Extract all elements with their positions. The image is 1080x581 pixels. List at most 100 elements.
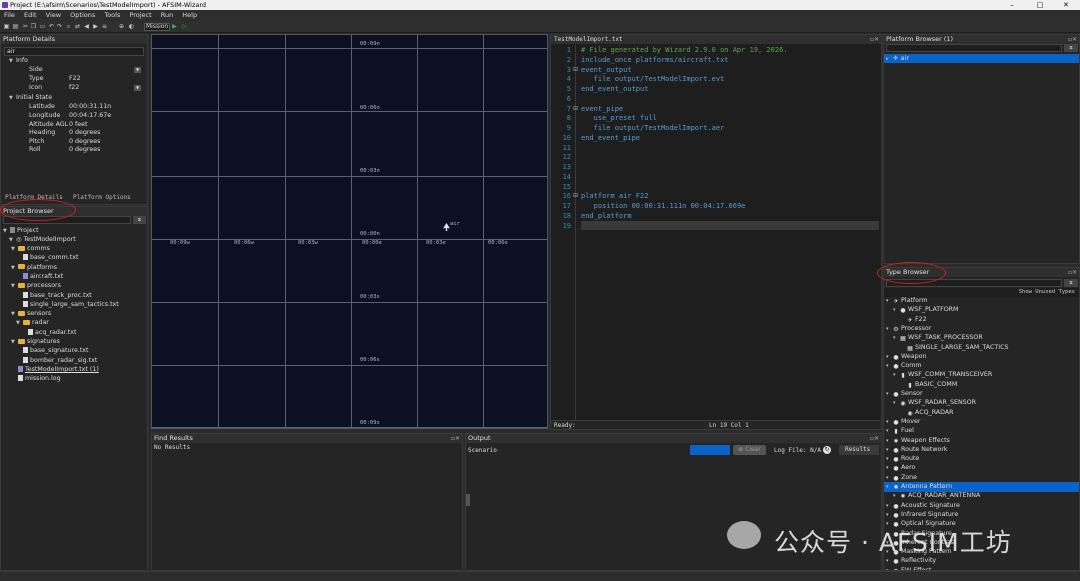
type-item[interactable]: ▾ ▮ WSF_COMM_TRANSCEIVER [884, 370, 1079, 380]
redo-icon[interactable]: ↷ [56, 23, 63, 30]
type-item[interactable]: ▾ ● Sensor [884, 389, 1079, 399]
file-item[interactable]: acq_radar.txt [1, 328, 147, 338]
file-icon [28, 328, 33, 335]
cut-icon[interactable]: ✂ [22, 23, 29, 30]
minimize-button[interactable]: – [1000, 0, 1024, 10]
tab-platform-options[interactable]: Platform Options [73, 194, 131, 201]
type-browser-close-icon[interactable]: ▫✕ [1068, 268, 1077, 277]
file-item[interactable]: mission.log [1, 375, 147, 384]
folder-item[interactable]: ▼ radar [1, 319, 147, 328]
type-item[interactable]: ▾ ◉ WSF_RADAR_SENSOR [884, 398, 1079, 408]
platform-filter-input[interactable] [886, 44, 1062, 52]
zoom-icon[interactable]: ⊕ [118, 23, 125, 30]
output-close-icon[interactable]: ▫✕ [870, 434, 879, 443]
map-view[interactable]: 00:09n 00:06n 00:03n 00:00n 00:03s 00:06… [151, 34, 548, 429]
back-icon[interactable]: ◀ [83, 23, 90, 30]
type-item[interactable]: ▾ ● Aero [884, 463, 1079, 473]
platform-list-item[interactable]: ▸ ✈ air [884, 54, 1079, 63]
file-item[interactable]: single_large_sam_tactics.txt [1, 300, 147, 310]
refresh-icon[interactable]: ↻ [823, 446, 831, 454]
type-item[interactable]: ▾ ● Route [884, 454, 1079, 464]
fold-icon[interactable]: ⊟ [573, 105, 578, 112]
platform-name-field[interactable]: air [4, 47, 144, 56]
file-item[interactable]: TestModelImport.txt (1) [1, 365, 147, 375]
type-item[interactable]: ▮ BASIC_COMM [884, 380, 1079, 390]
icon-dropdown-icon[interactable]: ▼ [134, 85, 141, 91]
replace-icon[interactable]: ⇄ [74, 23, 81, 30]
save-all-icon[interactable]: ▤ [12, 23, 19, 30]
results-dropdown[interactable]: Results [839, 445, 879, 455]
menu-tools[interactable]: Tools [104, 11, 120, 19]
copy-icon[interactable]: ❐ [30, 23, 37, 30]
type-item[interactable]: ▾ ▦ WSF_TASK_PROCESSOR [884, 333, 1079, 343]
view-icon[interactable]: ◐ [128, 23, 135, 30]
menu-options[interactable]: Options [70, 11, 95, 19]
type-item[interactable]: ▾ ● WSF_PLATFORM [884, 305, 1079, 315]
menu-view[interactable]: View [46, 11, 61, 19]
undo-icon[interactable]: ↶ [48, 23, 55, 30]
menu-file[interactable]: File [4, 11, 15, 19]
close-button[interactable]: ✕ [1054, 0, 1078, 10]
folder-item[interactable]: ▼ comms [1, 245, 147, 254]
type-item[interactable]: ▾ ✸ Weapon Effects [884, 436, 1079, 446]
type-item[interactable]: ▾ ▮ Fuel [884, 426, 1079, 436]
detail-row: Icon f22 ▼ [29, 84, 141, 91]
type-item[interactable]: ▾ ● Acoustic Signature [884, 501, 1079, 511]
type-item[interactable]: ▾ ⚙ Processor [884, 324, 1079, 334]
run-icon[interactable]: ▶ [171, 23, 178, 30]
type-item[interactable]: ▾ ✸ Antenna Pattern [884, 482, 1079, 492]
type-item[interactable]: ▾ ✸ ACQ_RADAR_ANTENNA [884, 491, 1079, 501]
type-item[interactable]: ◉ ACQ_RADAR [884, 408, 1079, 418]
file-item[interactable]: base_comm.txt [1, 254, 147, 263]
type-item[interactable]: ▾ ● Mover [884, 417, 1079, 427]
find-close-icon[interactable]: ▫✕ [451, 434, 460, 443]
menu-run[interactable]: Run [161, 11, 173, 19]
menu-project[interactable]: Project [129, 11, 151, 19]
progress-bar [690, 445, 730, 455]
show-unused-types-toggle[interactable]: Show Unused Types [1019, 289, 1075, 295]
menu-help[interactable]: Help [182, 11, 197, 19]
filter-icon[interactable]: ⧖ [1064, 44, 1078, 52]
folder-item[interactable]: ▼ sensors [1, 310, 147, 319]
collapse-icon[interactable]: ▼ [9, 94, 16, 103]
project-name[interactable]: TestModelImport [24, 236, 76, 243]
forward-icon[interactable]: ▶ [92, 23, 99, 30]
file-item[interactable]: base_track_proc.txt [1, 291, 147, 301]
output-splitter[interactable] [466, 494, 470, 506]
type-item[interactable]: ▦ SINGLE_LARGE_SAM_TACTICS [884, 343, 1079, 353]
save-icon[interactable]: ▣ [3, 23, 10, 30]
folder-item[interactable]: ▼ signatures [1, 338, 147, 347]
editor-close-icon[interactable]: ▫✕ [870, 35, 879, 44]
run-outline-icon[interactable]: ▷ [181, 23, 188, 30]
clear-button[interactable]: ⊗ Clear [733, 445, 766, 455]
filter-icon[interactable]: ⧖ [133, 216, 146, 224]
file-item[interactable]: bomber_radar_sig.txt [1, 356, 147, 366]
platform-browser-close-icon[interactable]: ▫✕ [1068, 35, 1077, 44]
code-editor[interactable]: TestModelImport.txt ▫✕ 1 # File generated… [550, 34, 882, 430]
file-item[interactable]: base_signature.txt [1, 347, 147, 356]
folder-item[interactable]: ▼ platforms [1, 264, 147, 273]
comment-icon[interactable]: ≡ [101, 23, 108, 30]
editor-tab[interactable]: TestModelImport.txt [551, 35, 881, 44]
type-item[interactable]: ▾ ✈ Platform [884, 296, 1079, 306]
type-item[interactable]: ▾ ● Weapon [884, 352, 1079, 362]
find-icon[interactable]: ⌕ [65, 23, 72, 30]
type-item[interactable]: ✈ F22 [884, 315, 1079, 325]
mission-select[interactable]: Mission [144, 23, 170, 31]
aircraft-icon[interactable] [443, 223, 450, 231]
maximize-button[interactable]: □ [1028, 0, 1052, 10]
type-item[interactable]: ▾ ● Route Network [884, 445, 1079, 455]
fold-icon[interactable]: ⊟ [573, 192, 578, 199]
collapse-icon[interactable]: ▼ [9, 57, 16, 66]
project-root[interactable]: Project [17, 227, 39, 234]
menu-edit[interactable]: Edit [24, 11, 37, 19]
filter-icon[interactable]: ⧖ [1064, 279, 1078, 287]
folder-item[interactable]: ▼ processors [1, 282, 147, 291]
type-item[interactable]: ▾ ● Zone [884, 473, 1079, 483]
type-item[interactable]: ▾ ● Infrared Signature [884, 510, 1079, 520]
type-item[interactable]: ▾ ● Comm [884, 361, 1079, 371]
fold-icon[interactable]: ⊟ [573, 66, 578, 73]
side-dropdown-icon[interactable]: ▼ [134, 67, 141, 73]
file-item[interactable]: aircraft.txt [1, 272, 147, 282]
paste-icon[interactable]: ▭ [39, 23, 46, 30]
